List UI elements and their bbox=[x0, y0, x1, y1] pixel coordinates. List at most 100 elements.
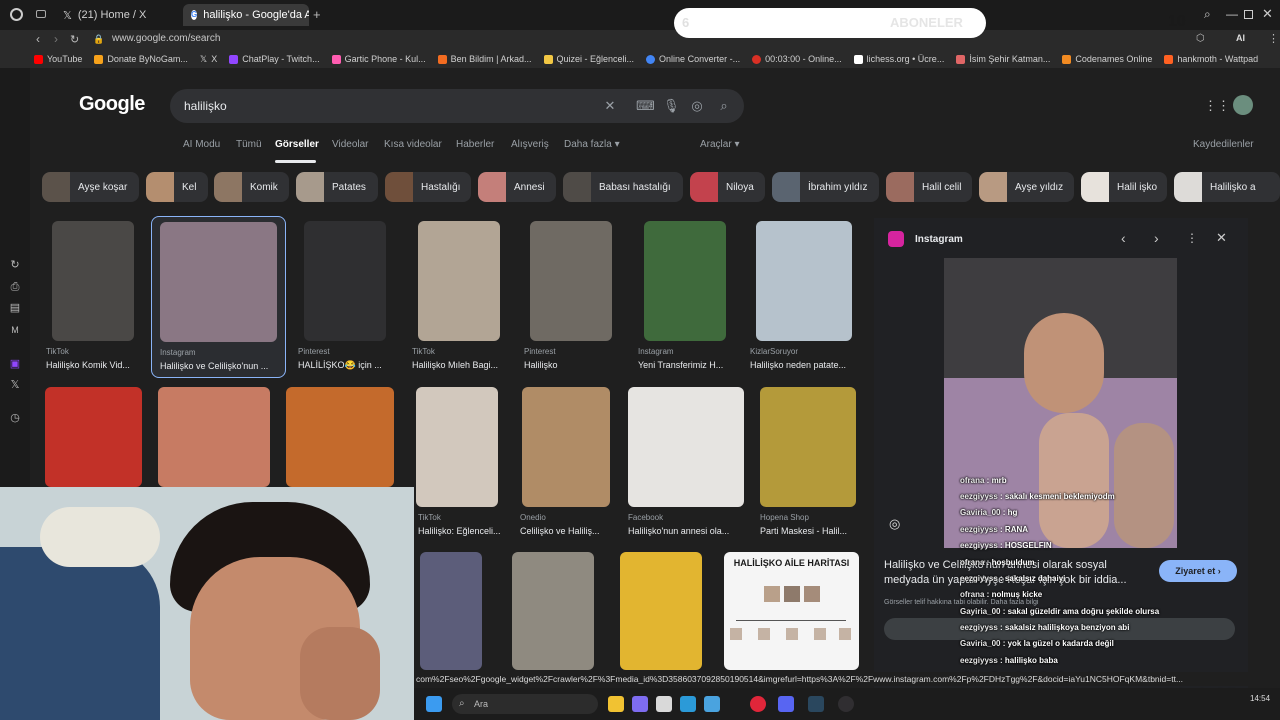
x-logo-icon[interactable]: 𝕏 bbox=[9, 379, 21, 391]
microphone-icon[interactable]: 🎙 bbox=[663, 98, 680, 114]
bookmark-gartic[interactable]: Gartic Phone - Kul... bbox=[331, 54, 426, 64]
image-result-family-tree[interactable]: HALİLİŞKO AİLE HARİTASI bbox=[724, 552, 859, 670]
search-input[interactable]: halilişko bbox=[184, 99, 227, 113]
store-icon[interactable] bbox=[704, 696, 720, 712]
file-explorer-icon[interactable] bbox=[608, 696, 624, 712]
avatar[interactable] bbox=[1233, 95, 1253, 115]
wallet-icon[interactable]: ▤ bbox=[9, 302, 21, 314]
bookmark-ben-bildim[interactable]: Ben Bildim | Arkad... bbox=[437, 54, 532, 64]
filter-chip[interactable]: Halil işko bbox=[1081, 172, 1167, 202]
bookmark-online-converter[interactable]: Online Converter -... bbox=[646, 54, 740, 64]
discord-icon[interactable] bbox=[778, 696, 794, 712]
twitch-icon[interactable]: ▣ bbox=[9, 358, 21, 370]
image-result[interactable] bbox=[45, 387, 142, 487]
image-result-selected[interactable]: Instagram Halilişko ve Celilişko'nun ... bbox=[151, 216, 286, 378]
saved-button[interactable]: Kaydedilenler bbox=[1193, 139, 1254, 150]
tools-button[interactable]: Araçlar ▾ bbox=[700, 139, 739, 150]
image-result[interactable] bbox=[158, 387, 270, 487]
copilot-icon[interactable] bbox=[632, 696, 648, 712]
bookmark-youtube[interactable]: YouTube bbox=[34, 54, 82, 64]
image-result[interactable] bbox=[420, 552, 482, 670]
extensions-icon[interactable]: ⬡ bbox=[1196, 33, 1205, 44]
bookmark-lichess[interactable]: lichess.org • Ücre... bbox=[853, 54, 944, 64]
tab-short-videos[interactable]: Kısa videolar bbox=[384, 139, 442, 150]
tab-videos[interactable]: Videolar bbox=[332, 139, 369, 150]
close-window-button[interactable]: ✕ bbox=[1262, 6, 1273, 22]
menu-dots-icon[interactable]: ⋮ bbox=[1268, 32, 1279, 45]
bookmark-quizei[interactable]: Quizei - Eğlenceli... bbox=[543, 54, 634, 64]
filter-chip[interactable]: İbrahim yıldız bbox=[772, 172, 879, 202]
chevron-right-icon[interactable]: › bbox=[1154, 230, 1159, 246]
filter-chip[interactable]: Niloya bbox=[690, 172, 765, 202]
clear-icon[interactable]: ✕ bbox=[602, 98, 618, 114]
more-options-icon[interactable]: ⋮ bbox=[1186, 231, 1198, 245]
tab-news[interactable]: Haberler bbox=[456, 139, 494, 150]
tab-shopping[interactable]: Alışveriş bbox=[511, 139, 549, 150]
taskbar-search[interactable]: ⌕ Ara bbox=[452, 694, 598, 714]
apps-grid-icon[interactable]: ⋮⋮ bbox=[1204, 98, 1230, 114]
google-logo[interactable]: Google bbox=[79, 93, 145, 116]
filter-chip[interactable]: Halil celil bbox=[886, 172, 972, 202]
bookmark-wattpad[interactable]: hankmoth - Wattpad bbox=[1164, 54, 1258, 64]
forward-icon[interactable]: › bbox=[54, 32, 58, 46]
image-result[interactable]: TikTok Halilişko Komik Vid... bbox=[46, 221, 146, 371]
panel-image[interactable] bbox=[944, 258, 1177, 548]
tab-overview-icon[interactable] bbox=[36, 10, 46, 18]
tab-google-search[interactable]: G halilişko - Google'da Ara bbox=[183, 4, 309, 26]
chevron-left-icon[interactable]: ‹ bbox=[1121, 230, 1126, 246]
filter-chip[interactable]: Ayşe yıldız bbox=[979, 172, 1074, 202]
opera-icon[interactable] bbox=[750, 696, 766, 712]
tab-more[interactable]: Daha fazla ▾ bbox=[564, 139, 620, 150]
browser-menu-icon[interactable] bbox=[10, 8, 23, 21]
ai-button[interactable]: AI bbox=[1236, 33, 1245, 43]
image-result[interactable] bbox=[620, 552, 702, 670]
image-result[interactable]: Pinterest Halilişko bbox=[524, 221, 624, 371]
tab-images[interactable]: Görseller bbox=[275, 139, 319, 150]
mail-icon[interactable]: M bbox=[9, 324, 21, 336]
image-result[interactable]: Instagram Yeni Transferimiz H... bbox=[638, 221, 738, 371]
tab-ai-mode[interactable]: AI Modu bbox=[183, 139, 220, 150]
filter-chip[interactable]: Hastalığı bbox=[385, 172, 471, 202]
image-result[interactable]: Onedio Celilişko ve Haliliş... bbox=[520, 387, 620, 537]
windows-start-icon[interactable] bbox=[426, 696, 442, 712]
filter-chip[interactable]: Halilişko a bbox=[1174, 172, 1280, 202]
steam-icon[interactable] bbox=[808, 696, 824, 712]
maximize-button[interactable] bbox=[1244, 10, 1253, 19]
lens-icon[interactable]: ◎ bbox=[689, 98, 705, 114]
image-result[interactable]: TikTok Halilişko Mıleh Bagi... bbox=[412, 221, 512, 371]
close-icon[interactable]: ✕ bbox=[1216, 230, 1227, 246]
clock-icon[interactable]: ◷ bbox=[9, 412, 21, 424]
visit-button[interactable]: Ziyaret et › bbox=[1159, 560, 1237, 582]
bookmark-chatplay[interactable]: ChatPlay - Twitch... bbox=[229, 54, 320, 64]
new-tab-button[interactable]: + bbox=[313, 7, 321, 22]
edge-icon[interactable] bbox=[680, 696, 696, 712]
bookmark-codenames[interactable]: Codenames Online bbox=[1062, 54, 1152, 64]
bookmark-timer[interactable]: 00:03:00 - Online... bbox=[752, 54, 842, 64]
image-result[interactable]: Pinterest HALİLİŞKO😂 için ... bbox=[298, 221, 398, 371]
keyboard-icon[interactable]: ⌨ bbox=[636, 98, 655, 114]
image-result[interactable]: Facebook Halilişko'nun annesi ola... bbox=[628, 387, 746, 537]
search-icon[interactable]: ⌕ bbox=[716, 98, 732, 114]
filter-chip[interactable]: Patates bbox=[296, 172, 378, 202]
bookmark-x[interactable]: 𝕏X bbox=[200, 54, 217, 65]
tab-x-home[interactable]: 𝕏 (21) Home / X bbox=[55, 4, 180, 26]
tab-all[interactable]: Tümü bbox=[236, 139, 262, 150]
photos-icon[interactable] bbox=[656, 696, 672, 712]
search-box[interactable]: halilişko ✕ ⌨ 🎙 ◎ ⌕ bbox=[170, 89, 744, 123]
image-result[interactable] bbox=[512, 552, 594, 670]
obs-icon[interactable] bbox=[838, 696, 854, 712]
filter-chip[interactable]: Kel bbox=[146, 172, 208, 202]
image-result[interactable]: TikTok Halilişko: Eğlenceli... bbox=[416, 387, 506, 537]
filter-chip[interactable]: Babası hastalığı bbox=[563, 172, 683, 202]
lens-icon[interactable]: ◎ bbox=[889, 516, 900, 532]
filter-chip[interactable]: Ayşe koşar bbox=[42, 172, 139, 202]
image-result[interactable] bbox=[286, 387, 394, 487]
history-icon[interactable]: ↻ bbox=[9, 259, 21, 271]
back-icon[interactable]: ‹ bbox=[36, 32, 40, 46]
reload-icon[interactable]: ↻ bbox=[70, 33, 79, 46]
url-field[interactable]: www.google.com/search bbox=[112, 33, 220, 44]
print-icon[interactable]: ⎙ bbox=[9, 281, 21, 293]
image-result[interactable]: KizlarSoruyor Halilişko neden patate... bbox=[750, 221, 860, 371]
bookmark-isim-sehir[interactable]: İsim Şehir Katman... bbox=[956, 54, 1050, 64]
image-result[interactable]: Hopena Shop Parti Maskesi - Halil... bbox=[760, 387, 860, 537]
